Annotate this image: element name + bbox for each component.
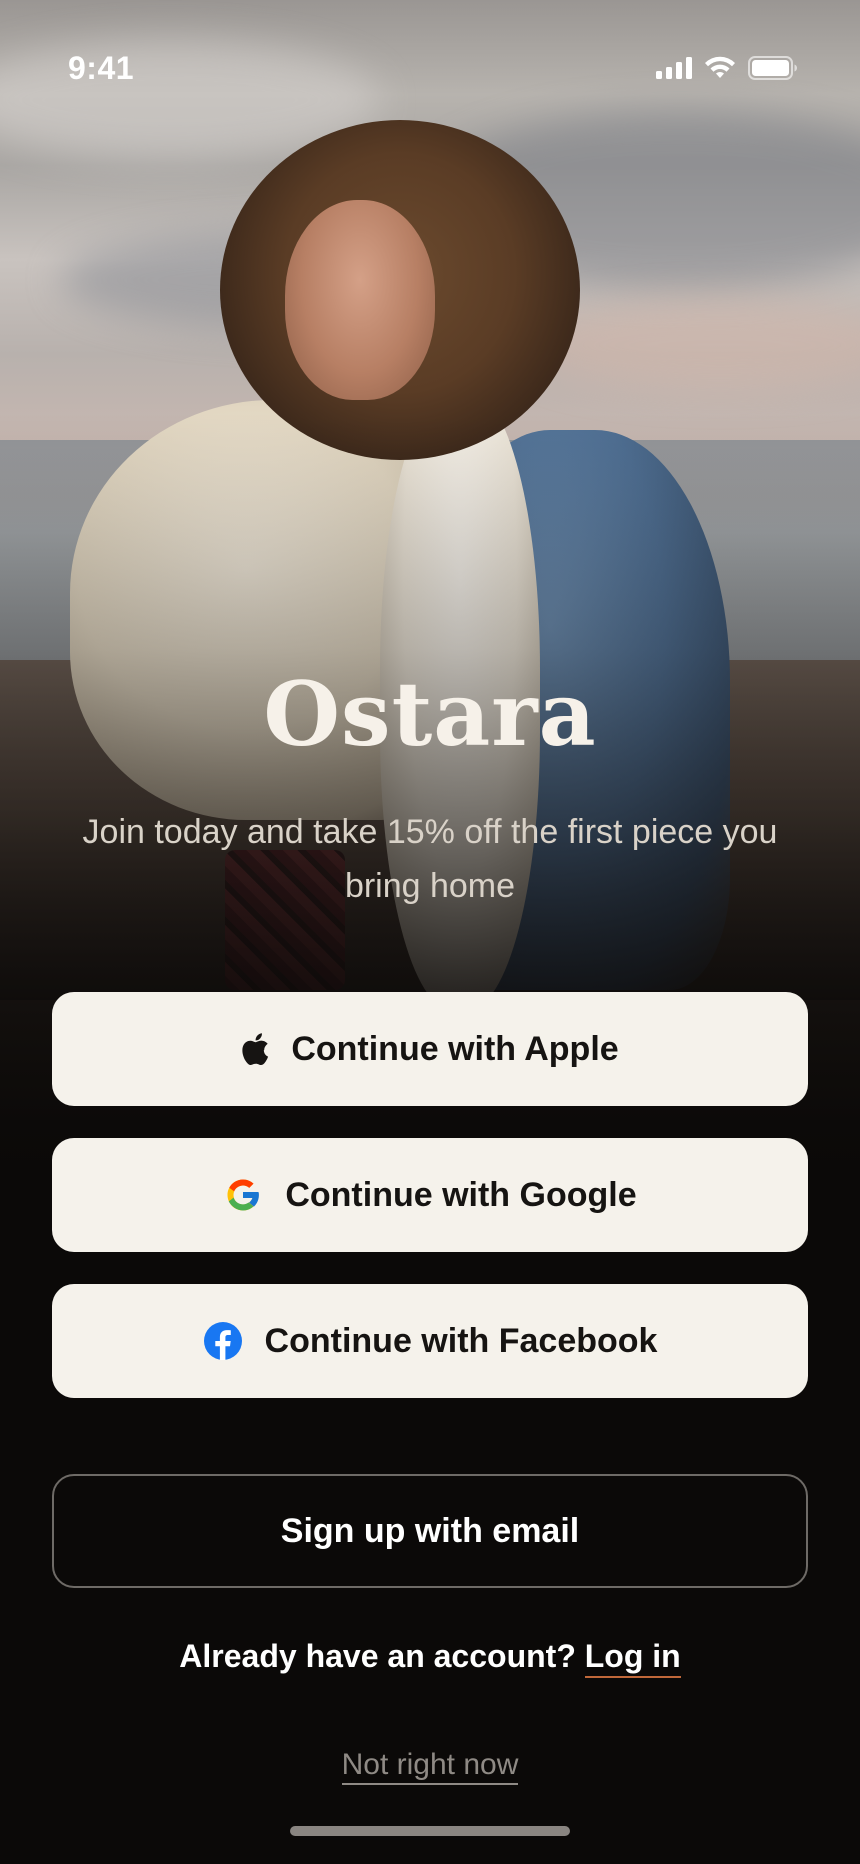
facebook-button-label: Continue with Facebook <box>264 1321 658 1360</box>
status-time: 9:41 <box>68 50 135 86</box>
battery-icon <box>748 56 798 85</box>
apple-icon <box>241 1033 269 1065</box>
google-button-label: Continue with Google <box>285 1175 637 1214</box>
login-prompt: Already have an account? <box>179 1638 576 1674</box>
status-bar: 9:41 <box>0 0 860 140</box>
home-indicator <box>290 1826 570 1836</box>
not-right-now-link[interactable]: Not right now <box>341 1748 519 1785</box>
log-in-link[interactable]: Log in <box>584 1638 681 1678</box>
not-right-now-row: Not right now <box>0 1748 860 1785</box>
continue-with-facebook-button[interactable]: Continue with Facebook <box>52 1284 808 1398</box>
apple-button-label: Continue with Apple <box>291 1029 619 1068</box>
brand-tagline: Join today and take 15% off the first pi… <box>82 813 778 905</box>
wifi-icon <box>704 56 736 85</box>
status-icons <box>656 56 798 85</box>
facebook-icon <box>203 1321 243 1361</box>
onboarding-screen: 9:41 Ostara Join today and take 15% off … <box>0 0 860 1864</box>
continue-with-google-button[interactable]: Continue with Google <box>52 1138 808 1252</box>
sign-up-with-email-button[interactable]: Sign up with email <box>52 1474 808 1588</box>
cellular-signal-icon <box>656 57 692 84</box>
login-row: Already have an account? Log in <box>0 1638 860 1678</box>
continue-with-apple-button[interactable]: Continue with Apple <box>52 992 808 1106</box>
google-icon <box>223 1175 263 1215</box>
email-button-label: Sign up with email <box>280 1511 580 1550</box>
brand-name: Ostara <box>263 662 597 766</box>
